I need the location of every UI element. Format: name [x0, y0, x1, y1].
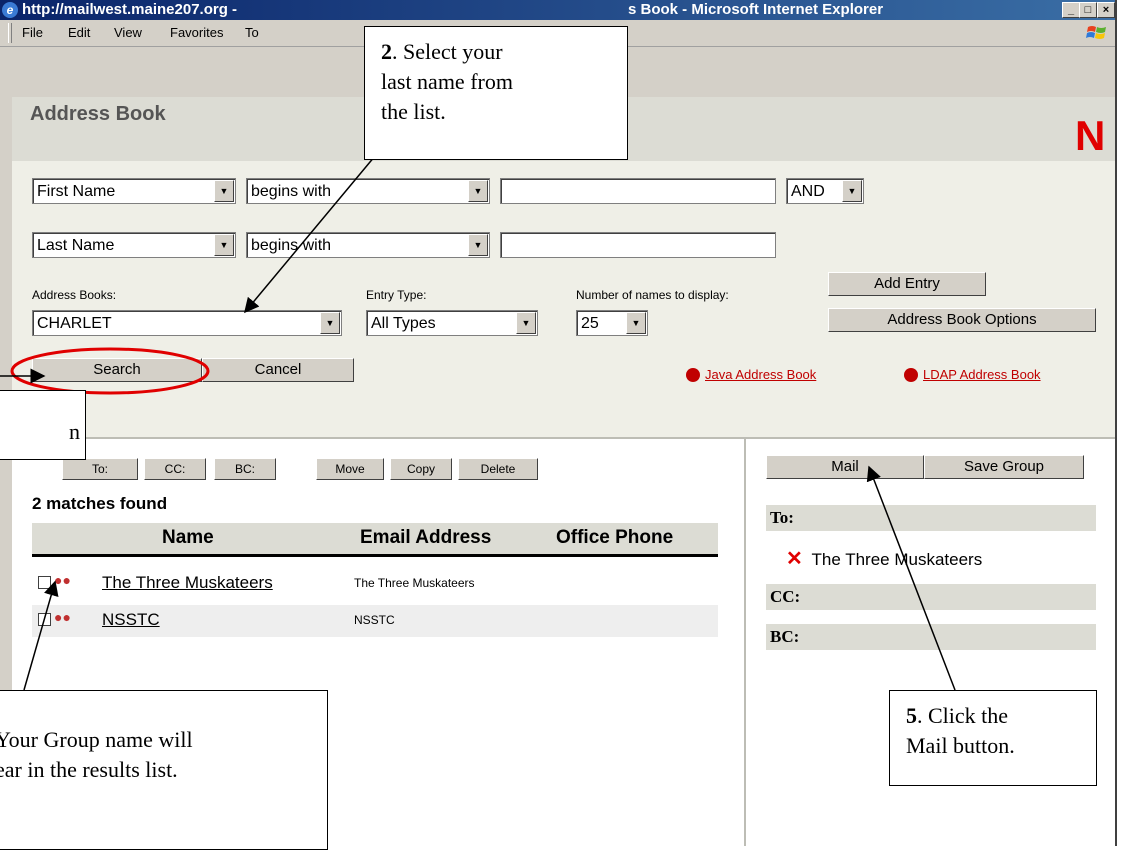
java-address-book-link[interactable]: Java Address Book	[686, 367, 816, 383]
step5-text-2: Mail button.	[906, 733, 1015, 758]
row-checkbox[interactable]	[38, 613, 51, 626]
field-select-2[interactable]: Last Name ▼	[32, 232, 236, 258]
step2-number: 2	[381, 39, 392, 64]
save-group-button[interactable]: Save Group	[924, 455, 1084, 479]
entry-type-label: Entry Type:	[366, 288, 427, 302]
menu-view[interactable]: View	[114, 25, 142, 40]
chevron-down-icon: ▼	[468, 180, 488, 202]
minimize-button[interactable]: _	[1062, 2, 1080, 18]
address-books-label: Address Books:	[32, 288, 117, 302]
field-select-1[interactable]: First Name ▼	[32, 178, 236, 204]
callout-step3: n	[0, 390, 86, 460]
to-section-header: To:	[766, 505, 1096, 531]
ldap-address-book-link[interactable]: LDAP Address Book	[904, 367, 1041, 383]
last-name-input[interactable]	[500, 232, 776, 258]
ldap-link-label: LDAP Address Book	[923, 367, 1041, 382]
delete-button[interactable]: Delete	[458, 458, 538, 480]
java-link-label: Java Address Book	[705, 367, 817, 382]
window-title-left: http://mailwest.maine207.org -	[22, 1, 238, 18]
windows-logo-icon	[1086, 26, 1106, 39]
table-row[interactable]: ●● The Three Muskateers The Three Muskat…	[32, 568, 718, 600]
count-label: Number of names to display:	[576, 288, 729, 302]
chevron-down-icon: ▼	[320, 312, 340, 334]
conjunction-select[interactable]: AND ▼	[786, 178, 864, 204]
field-select-2-value: Last Name	[37, 237, 115, 254]
address-book-select[interactable]: CHARLET ▼	[32, 310, 342, 336]
operator-select-2[interactable]: begins with ▼	[246, 232, 490, 258]
count-value: 25	[581, 315, 599, 332]
bc-section-header: BC:	[766, 624, 1096, 650]
cc-section-header: CC:	[766, 584, 1096, 610]
add-entry-button[interactable]: Add Entry	[828, 272, 986, 296]
row-email: The Three Muskateers	[354, 576, 475, 590]
operator-select-2-value: begins with	[251, 237, 332, 254]
chevron-down-icon: ▼	[626, 312, 646, 334]
step4-text-1: Your Group name will	[0, 727, 193, 752]
cc-button[interactable]: CC:	[144, 458, 206, 480]
copy-button[interactable]: Copy	[390, 458, 452, 480]
chevron-down-icon: ▼	[214, 234, 234, 256]
bc-button[interactable]: BC:	[214, 458, 276, 480]
chevron-down-icon: ▼	[842, 180, 862, 202]
arrow-circle-icon	[904, 367, 918, 382]
page-title: Address Book	[30, 103, 166, 125]
maximize-button[interactable]: □	[1079, 2, 1097, 18]
step3-text: n	[69, 419, 80, 444]
entry-type-value: All Types	[371, 315, 436, 332]
move-button[interactable]: Move	[316, 458, 384, 480]
count-select[interactable]: 25 ▼	[576, 310, 648, 336]
operator-select-1-value: begins with	[251, 183, 332, 200]
col-phone[interactable]: Office Phone	[556, 527, 673, 549]
step2-text-1: . Select your	[392, 39, 503, 64]
row-name[interactable]: NSSTC	[102, 610, 160, 630]
address-book-value: CHARLET	[37, 315, 112, 332]
chevron-down-icon: ▼	[214, 180, 234, 202]
chevron-down-icon: ▼	[516, 312, 536, 334]
to-button[interactable]: To:	[62, 458, 138, 480]
menu-file[interactable]: File	[22, 25, 43, 40]
recipient-name: The Three Muskateers	[811, 550, 983, 569]
results-header: Name Email Address Office Phone	[32, 523, 718, 557]
table-row[interactable]: ●● NSSTC NSSTC	[32, 605, 718, 637]
title-bar: e http://mailwest.maine207.org - s Book …	[0, 0, 1115, 20]
step4-text-2: ear in the results list.	[0, 757, 178, 782]
field-select-1-value: First Name	[37, 183, 116, 200]
row-checkbox[interactable]	[38, 576, 51, 589]
ie-icon: e	[2, 2, 18, 18]
match-count: 2 matches found	[32, 494, 168, 513]
toolbar-grip	[8, 23, 12, 43]
first-name-input[interactable]	[500, 178, 776, 204]
col-name[interactable]: Name	[162, 527, 214, 549]
row-email: NSSTC	[354, 613, 395, 627]
entry-type-select[interactable]: All Types ▼	[366, 310, 538, 336]
cancel-button[interactable]: Cancel	[202, 358, 354, 382]
menu-edit[interactable]: Edit	[68, 25, 90, 40]
row-name[interactable]: The Three Muskateers	[102, 573, 273, 593]
group-icon: ●●	[54, 609, 71, 625]
col-email[interactable]: Email Address	[360, 527, 491, 549]
chevron-down-icon: ▼	[468, 234, 488, 256]
arrow-circle-icon	[686, 367, 700, 382]
callout-step4: Your Group name will ear in the results …	[0, 690, 328, 850]
step5-number: 5	[906, 703, 917, 728]
callout-step2: 2. Select your last name from the list.	[364, 26, 628, 160]
window-title-right: s Book - Microsoft Internet Explorer	[628, 1, 884, 18]
conjunction-value: AND	[791, 183, 825, 200]
recipient-entry: ✕ The Three Muskateers	[786, 546, 982, 571]
group-icon: ●●	[54, 572, 71, 588]
novell-logo: N	[1075, 112, 1106, 159]
step2-text-3: the list.	[381, 99, 446, 124]
remove-x-icon[interactable]: ✕	[786, 548, 803, 570]
menu-tools[interactable]: To	[245, 25, 259, 40]
search-button[interactable]: Search	[32, 358, 202, 382]
close-button[interactable]: ×	[1097, 2, 1115, 18]
step2-text-2: last name from	[381, 69, 513, 94]
address-book-options-button[interactable]: Address Book Options	[828, 308, 1096, 332]
operator-select-1[interactable]: begins with ▼	[246, 178, 490, 204]
callout-step5: 5. Click the Mail button.	[889, 690, 1097, 786]
menu-favorites[interactable]: Favorites	[170, 25, 223, 40]
mail-button[interactable]: Mail	[766, 455, 924, 479]
step5-text-1: . Click the	[917, 703, 1009, 728]
